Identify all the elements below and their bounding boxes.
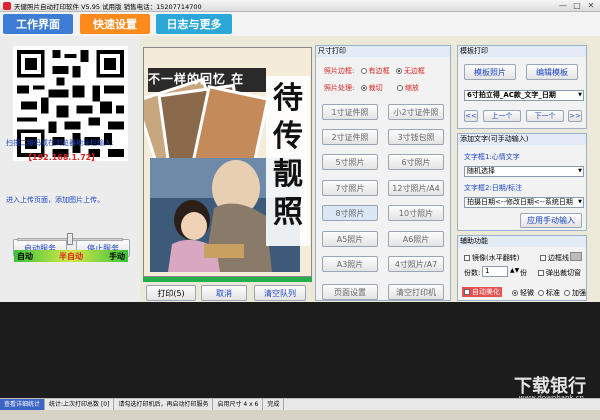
size-button-5inch[interactable]: 5寸照片 <box>322 154 378 170</box>
aux-panel-title: 辅助功能 <box>458 236 586 247</box>
border-option-row: 照片边框: 有边框 无边框 <box>324 66 452 76</box>
copies-stepper[interactable]: ▲▼ <box>510 267 519 274</box>
clear-printer-button[interactable]: 清空打印机 <box>388 284 444 300</box>
template-first-button[interactable]: << <box>464 110 478 122</box>
aux-function-panel: 辅助功能 镜像(水平翻转) 边框线 份数: 1 ▲▼ 份 弹出裁切窗 自动美化 … <box>457 235 587 301</box>
auto-beauty-checkbox[interactable]: 自动美化 <box>462 287 502 297</box>
page-setup-button[interactable]: 页面设置 <box>322 284 378 300</box>
title-bar: 天健照片自动打印软件 V5.95 试用版 销售电话：15207714700 — … <box>0 0 600 12</box>
text-panel-title: 添加文字(可手动输入) <box>458 134 586 145</box>
size-button-7inch[interactable]: 7寸照片 <box>322 180 378 196</box>
size-button-8inch[interactable]: 8寸照片 <box>322 205 378 221</box>
size-button-a6[interactable]: A6照片 <box>388 231 444 247</box>
status-done: 完成 <box>263 399 285 410</box>
edit-template-button[interactable]: 编辑模板 <box>526 64 578 80</box>
minimize-icon[interactable]: — <box>556 1 570 10</box>
status-size: 启用尺寸 4 x 6 <box>213 399 264 410</box>
add-text-panel: 添加文字(可手动输入) 文字框1:心情文字 随机选择 文字框2:日期/标注 拍摄… <box>457 133 587 231</box>
text-box2-label: 文字框2:日期/标注 <box>464 184 523 192</box>
size-button-1inch-id[interactable]: 1寸证件照 <box>322 104 378 120</box>
tab-quick-settings[interactable]: 快速设置 <box>80 14 150 34</box>
size-panel-title: 尺寸打印 <box>316 46 450 57</box>
size-button-12inch-a4[interactable]: 12寸照片/A4 <box>388 180 444 196</box>
photo-preview[interactable]: 不一样的回忆 在 待 传 靓 照 <box>143 47 312 277</box>
template-panel-title: 模板打印 <box>458 46 586 57</box>
status-last-print: 统计:上次打印总数 [0] <box>45 399 115 410</box>
maximize-icon[interactable]: □ <box>570 1 584 10</box>
copies-label: 份数: <box>464 269 481 277</box>
scan-instruction: 扫描二维码或在浏览器地址栏输入: <box>6 139 114 147</box>
apply-manual-input-button[interactable]: 应用手动输入 <box>520 213 582 228</box>
template-prev-button[interactable]: 上一个 <box>483 110 521 122</box>
text-box1-select[interactable]: 随机选择 <box>464 166 584 177</box>
beauty-standard-radio[interactable]: 标准 <box>538 288 560 298</box>
window-title: 天健照片自动打印软件 V5.95 试用版 销售电话：15207714700 <box>14 2 202 11</box>
mode-manual-label: 手动 <box>109 251 125 261</box>
log-output-area[interactable] <box>0 302 600 398</box>
view-stats-button[interactable]: 查看详细统计 <box>0 399 46 410</box>
mode-bar: 自动 半自动 手动 <box>14 250 128 262</box>
text-box2-select[interactable]: 拍摄日期<--修改日期<--系统日期 <box>464 197 584 208</box>
print-progress-fill <box>143 277 312 282</box>
art-char-2: 传 <box>273 119 303 154</box>
process-option-row: 照片处理: 裁切 缩放 <box>324 83 452 93</box>
template-photo-button[interactable]: 模板照片 <box>464 64 516 80</box>
copies-input[interactable]: 1 <box>482 266 508 277</box>
border-with-option[interactable]: 有边框 <box>360 67 390 75</box>
beauty-strong-radio[interactable]: 加强 <box>564 288 586 298</box>
size-button-small2inch-id[interactable]: 小2寸证件照 <box>388 104 444 120</box>
size-button-10inch[interactable]: 10寸照片 <box>388 205 444 221</box>
tab-log-more[interactable]: 日志与更多 <box>156 14 232 34</box>
template-print-panel: 模板打印 模板照片 编辑模板 6寸拍立得_AC款_文字_日期 << 上一个 下一… <box>457 45 587 129</box>
status-bar: 查看详细统计 统计:上次打印总数 [0] 请勾选打印机后，再启动打印服务 启用尺… <box>0 398 600 410</box>
mode-slider-thumb[interactable] <box>67 233 73 245</box>
app-icon <box>3 1 11 10</box>
upload-hint: 进入上传页面，添加图片上传。 <box>6 196 104 204</box>
template-next-button[interactable]: 下一个 <box>526 110 564 122</box>
process-crop-option[interactable]: 裁切 <box>360 84 383 92</box>
size-button-4inch-a7[interactable]: 4寸照片/A7 <box>388 256 444 272</box>
size-button-6inch[interactable]: 6寸照片 <box>388 154 444 170</box>
print-progress-bar <box>143 277 312 282</box>
template-select[interactable]: 6寸拍立得_AC款_文字_日期 <box>464 90 584 101</box>
tab-bar: 工作界面 快速设置 日志与更多 <box>0 12 600 36</box>
mirror-checkbox[interactable]: 镜像(水平翻转) <box>464 253 519 263</box>
art-char-3: 靓 <box>273 157 303 192</box>
size-button-a3[interactable]: A3照片 <box>322 256 378 272</box>
left-pane: 扫描二维码或在浏览器地址栏输入: 【192.168.1.72】 进入上传页面，添… <box>0 36 140 302</box>
process-label: 照片处理: <box>324 84 355 92</box>
art-char-4: 照 <box>273 195 303 230</box>
border-none-option[interactable]: 无边框 <box>395 67 425 75</box>
copies-unit: 份 <box>520 269 527 277</box>
frame-line-checkbox[interactable]: 边框线 <box>540 253 569 263</box>
frame-color-swatch[interactable] <box>570 252 582 261</box>
status-hint: 请勾选打印机后，再启动打印服务 <box>114 399 214 410</box>
template-last-button[interactable]: >> <box>568 110 582 122</box>
print-button[interactable]: 打印(5) <box>146 285 196 301</box>
beauty-light-radio[interactable]: 轻微 <box>512 288 534 298</box>
popup-crop-checkbox[interactable]: 弹出裁切窗 <box>538 268 581 278</box>
cancel-button[interactable]: 取消 <box>201 285 247 301</box>
art-char-1: 待 <box>273 81 303 116</box>
preview-caption: 不一样的回忆 在 <box>148 72 245 86</box>
size-button-2inch-id[interactable]: 2寸证件照 <box>322 129 378 145</box>
border-label: 照片边框: <box>324 67 355 75</box>
window-bottom-edge <box>0 410 600 420</box>
size-button-3inch-wallet[interactable]: 3寸钱包照 <box>388 129 444 145</box>
server-ip: 【192.168.1.72】 <box>24 153 100 162</box>
size-button-a5[interactable]: A5照片 <box>322 231 378 247</box>
clear-queue-button[interactable]: 清空队列 <box>254 285 306 301</box>
process-scale-option[interactable]: 缩放 <box>396 84 419 92</box>
mode-semi-auto-label: 半自动 <box>59 251 83 261</box>
text-box1-label: 文字框1:心情文字 <box>464 153 520 161</box>
tab-work[interactable]: 工作界面 <box>3 14 73 34</box>
close-icon[interactable]: ✕ <box>584 1 598 10</box>
mode-auto-label: 自动 <box>17 251 33 261</box>
preview-art-text: 待 传 靓 照 <box>269 80 307 232</box>
size-print-panel: 尺寸打印 照片边框: 有边框 无边框 照片处理: 裁切 缩放 1寸证件照 小2寸… <box>315 45 451 301</box>
